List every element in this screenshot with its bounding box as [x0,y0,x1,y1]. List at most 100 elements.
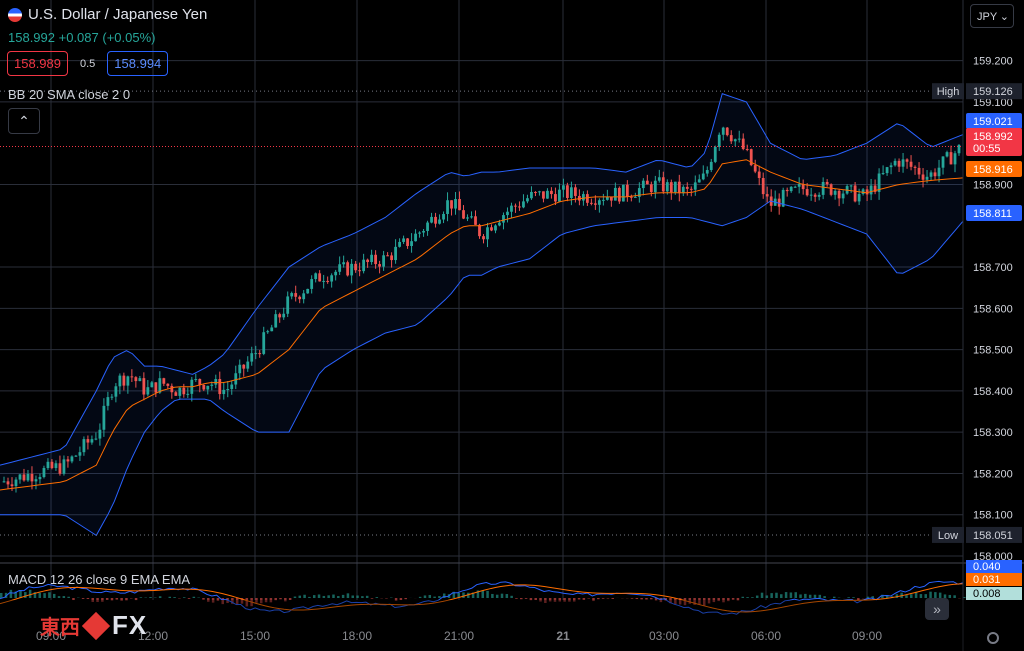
macd-hist-bar [317,594,321,598]
candle-body [282,313,286,318]
candle-body [286,296,290,314]
candle-body [302,293,306,300]
symbol-header[interactable]: U.S. Dollar / Japanese Yen [8,6,207,23]
low-value: 158.051 [973,530,1013,542]
candle-body [693,182,697,190]
sell-button[interactable]: 158.989 [7,51,68,76]
candle-body [534,191,537,193]
macd-hist-bar [67,596,70,598]
scroll-to-realtime-button[interactable]: » [925,598,949,620]
candle-body [466,217,469,219]
candle-body [306,288,310,294]
candle-body [498,222,501,226]
candle-body [170,385,174,393]
candle-body [657,177,661,181]
candle-body [585,194,589,203]
candle-body [342,262,346,265]
price-chart[interactable]: 0.0400.0310.008 159.200159.100158.900158… [0,0,1024,651]
candle-body [410,241,413,246]
macd-hist-bar [515,598,518,599]
buy-button[interactable]: 158.994 [107,51,169,76]
macd-hist-bar [582,598,586,600]
candle-body [146,387,150,395]
candle-body [270,327,274,332]
macd-hist-bar [365,595,369,598]
macd-hist-bar [770,593,773,598]
candle-body [406,238,409,246]
bid-ask: 158.989 0.5 158.994 [7,51,169,76]
candle-body [266,331,270,333]
candle-body [82,439,86,453]
y-tick-label: 158.500 [973,345,1013,357]
candle-body [414,233,417,242]
macd-hist-bar [418,596,422,598]
macd-hist-bar [789,592,793,598]
bb-lower-value: 158.811 [973,208,1012,220]
signal-value: 0.031 [973,574,1001,586]
price-change: 158.992 +0.087 (+0.05%) [8,30,155,45]
macd-hist-bar [375,597,379,598]
candle-body [741,138,745,150]
bb-basis-value: 158.916 [973,164,1013,176]
candle-body [250,353,254,362]
candle-body [422,230,425,233]
candle-body [22,474,26,481]
candle-body [518,206,521,208]
macd-hist-bar [312,595,316,598]
candle-body [206,385,210,390]
collapse-legend-button[interactable]: ⌃ [8,108,40,134]
candle-body [134,377,138,382]
candle-body [374,254,378,265]
candle-body [214,379,218,385]
candle-body [833,190,837,195]
candle-body [38,477,42,480]
macd-hist-bar [746,597,749,598]
candle-body [6,481,10,485]
candle-body [102,405,106,430]
candle-body [362,259,366,272]
candle-body [597,200,601,205]
macd-hist-bar [9,589,13,598]
candle-body [566,185,569,198]
macd-hist-bar [158,596,162,598]
macd-hist-bar [910,594,913,598]
last-price: 158.992 [8,30,55,45]
candle-body [617,187,621,202]
macd-hist-bar [351,595,354,598]
candle-body [669,182,673,193]
candle-body [218,379,222,395]
candle-body [685,186,689,189]
candle-body [574,187,577,196]
candle-body [174,392,178,396]
candle-body [178,387,182,396]
candle-body [785,189,789,192]
currency-select[interactable]: JPY ⌄ [970,4,1014,28]
candle-body [262,332,266,354]
macd-legend[interactable]: MACD 12 26 close 9 EMA EMA [8,572,190,587]
candle-body [446,200,449,214]
candle-body [881,173,885,175]
macd-hist-bar [308,596,311,598]
macd-hist-bar [173,597,176,598]
gear-icon[interactable] [987,632,999,644]
macd-hist-bar [635,598,639,600]
macd-hist-bar [438,596,441,598]
candle-body [797,183,801,187]
candle-body [474,216,477,225]
macd-hist-bar [794,592,797,598]
candle-body [486,227,489,240]
candle-body [945,152,949,157]
candle-body [570,187,573,198]
candle-body [589,202,593,204]
bb-band-fill [0,93,963,536]
bb-legend[interactable]: BB 20 SMA close 2 0 [8,87,130,102]
macd-hist-bar [298,595,302,598]
macd-hist-bar [24,592,27,598]
candle-body [246,361,250,369]
candle-body [921,174,925,180]
candle-body [182,387,186,395]
macd-hist-bar [524,598,528,599]
candle-body [554,194,557,202]
macd-hist-bar [852,597,855,598]
macd-hist-bar [433,596,436,598]
